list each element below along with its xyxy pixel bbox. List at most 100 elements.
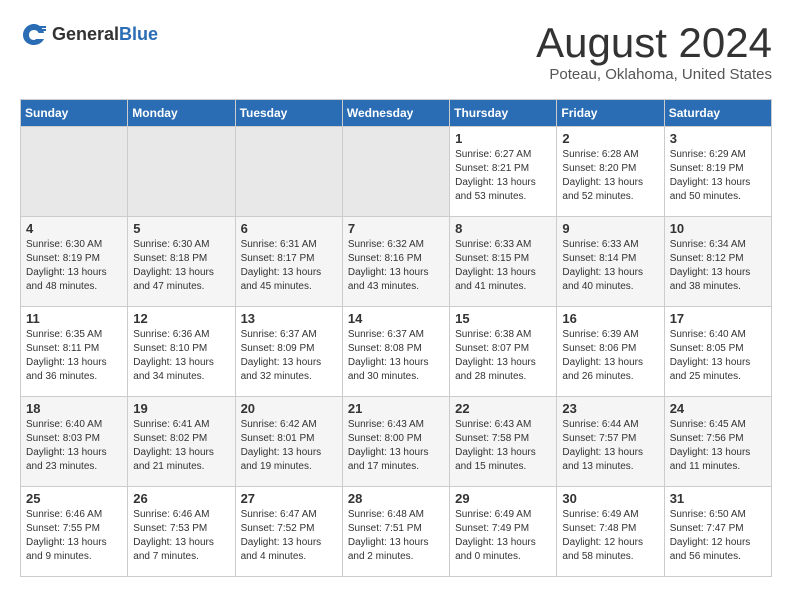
day-header-friday: Friday — [557, 100, 664, 127]
calendar-cell: 18Sunrise: 6:40 AM Sunset: 8:03 PM Dayli… — [21, 397, 128, 487]
calendar-cell: 30 Sunrise: 6:49 AM Sunset: 7:48 PM Dayli… — [557, 487, 664, 577]
day-info: Sunrise: 6:46 AM Sunset: 7:53 PM Dayligh… — [133, 508, 229, 564]
day-number: 28 — [348, 491, 444, 506]
calendar-cell: 13 Sunrise: 6:37 AM Sunset: 8:09 PM Dayli… — [235, 307, 342, 397]
day-header-wednesday: Wednesday — [342, 100, 449, 127]
day-info: Sunrise: 6:47 AM Sunset: 7:52 PM Dayligh… — [241, 508, 337, 564]
day-number: 10 — [670, 221, 766, 236]
calendar-cell — [128, 127, 235, 217]
calendar-table: SundayMondayTuesdayWednesdayThursdayFrid… — [20, 99, 772, 577]
day-number: 20 — [241, 401, 337, 416]
calendar-cell: 31Sunrise: 6:50 AM Sunset: 7:47 PM Dayli… — [664, 487, 771, 577]
calendar-cell: 5Sunrise: 6:30 AM Sunset: 8:18 PM Daylig… — [128, 217, 235, 307]
day-number: 31 — [670, 491, 766, 506]
day-header-monday: Monday — [128, 100, 235, 127]
logo: GeneralBlue — [20, 20, 158, 48]
calendar-cell: 1Sunrise: 6:27 AM Sunset: 8:21 PM Daylig… — [450, 127, 557, 217]
day-info: Sunrise: 6:34 AM Sunset: 8:12 PM Dayligh… — [670, 238, 766, 294]
calendar-cell: 19 Sunrise: 6:41 AM Sunset: 8:02 PM Dayli… — [128, 397, 235, 487]
calendar-cell: 23Sunrise: 6:44 AM Sunset: 7:57 PM Dayli… — [557, 397, 664, 487]
day-info: Sunrise: 6:46 AM Sunset: 7:55 PM Dayligh… — [26, 508, 122, 564]
calendar-cell: 17 Sunrise: 6:40 AM Sunset: 8:05 PM Dayli… — [664, 307, 771, 397]
day-info: Sunrise: 6:39 AM Sunset: 8:06 PM Dayligh… — [562, 328, 658, 384]
day-info: Sunrise: 6:40 AM Sunset: 8:03 PM Dayligh… — [26, 418, 122, 474]
calendar-header-row: SundayMondayTuesdayWednesdayThursdayFrid… — [21, 100, 772, 127]
day-info: Sunrise: 6:38 AM Sunset: 8:07 PM Dayligh… — [455, 328, 551, 384]
day-info: Sunrise: 6:40 AM Sunset: 8:05 PM Dayligh… — [670, 328, 766, 384]
day-info: Sunrise: 6:32 AM Sunset: 8:16 PM Dayligh… — [348, 238, 444, 294]
calendar-cell: 2 Sunrise: 6:28 AM Sunset: 8:20 PM Daylig… — [557, 127, 664, 217]
calendar-cell: 26Sunrise: 6:46 AM Sunset: 7:53 PM Dayli… — [128, 487, 235, 577]
calendar-week-row: 25 Sunrise: 6:46 AM Sunset: 7:55 PM Dayli… — [21, 487, 772, 577]
calendar-cell: 14Sunrise: 6:37 AM Sunset: 8:08 PM Dayli… — [342, 307, 449, 397]
day-number: 30 — [562, 491, 658, 506]
calendar-cell — [342, 127, 449, 217]
day-number: 15 — [455, 311, 551, 326]
day-number: 11 — [26, 311, 122, 326]
day-info: Sunrise: 6:35 AM Sunset: 8:11 PM Dayligh… — [26, 328, 122, 384]
day-info: Sunrise: 6:49 AM Sunset: 7:49 PM Dayligh… — [455, 508, 551, 564]
day-number: 21 — [348, 401, 444, 416]
calendar-cell: 29 Sunrise: 6:49 AM Sunset: 7:49 PM Dayli… — [450, 487, 557, 577]
day-number: 1 — [455, 131, 551, 146]
calendar-cell: 25 Sunrise: 6:46 AM Sunset: 7:55 PM Dayli… — [21, 487, 128, 577]
calendar-cell — [21, 127, 128, 217]
day-number: 24 — [670, 401, 766, 416]
day-number: 25 — [26, 491, 122, 506]
day-info: Sunrise: 6:28 AM Sunset: 8:20 PM Dayligh… — [562, 148, 658, 204]
calendar-cell: 8 Sunrise: 6:33 AM Sunset: 8:15 PM Daylig… — [450, 217, 557, 307]
day-info: Sunrise: 6:31 AM Sunset: 8:17 PM Dayligh… — [241, 238, 337, 294]
day-number: 27 — [241, 491, 337, 506]
day-info: Sunrise: 6:33 AM Sunset: 8:15 PM Dayligh… — [455, 238, 551, 294]
calendar-cell: 9Sunrise: 6:33 AM Sunset: 8:14 PM Daylig… — [557, 217, 664, 307]
day-info: Sunrise: 6:33 AM Sunset: 8:14 PM Dayligh… — [562, 238, 658, 294]
day-header-sunday: Sunday — [21, 100, 128, 127]
day-number: 13 — [241, 311, 337, 326]
calendar-cell: 21Sunrise: 6:43 AM Sunset: 8:00 PM Dayli… — [342, 397, 449, 487]
page-header: GeneralBlue August 2024 Poteau, Oklahoma… — [20, 20, 772, 83]
day-info: Sunrise: 6:36 AM Sunset: 8:10 PM Dayligh… — [133, 328, 229, 384]
day-info: Sunrise: 6:43 AM Sunset: 7:58 PM Dayligh… — [455, 418, 551, 474]
day-header-tuesday: Tuesday — [235, 100, 342, 127]
logo-icon — [20, 20, 48, 48]
calendar-week-row: 11 Sunrise: 6:35 AM Sunset: 8:11 PM Dayli… — [21, 307, 772, 397]
day-info: Sunrise: 6:42 AM Sunset: 8:01 PM Dayligh… — [241, 418, 337, 474]
logo-blue: Blue — [119, 24, 158, 44]
calendar-subtitle: Poteau, Oklahoma, United States — [536, 66, 772, 83]
day-info: Sunrise: 6:48 AM Sunset: 7:51 PM Dayligh… — [348, 508, 444, 564]
calendar-cell: 6 Sunrise: 6:31 AM Sunset: 8:17 PM Daylig… — [235, 217, 342, 307]
day-number: 29 — [455, 491, 551, 506]
day-number: 6 — [241, 221, 337, 236]
day-info: Sunrise: 6:30 AM Sunset: 8:19 PM Dayligh… — [26, 238, 122, 294]
day-number: 3 — [670, 131, 766, 146]
day-info: Sunrise: 6:41 AM Sunset: 8:02 PM Dayligh… — [133, 418, 229, 474]
day-number: 16 — [562, 311, 658, 326]
day-info: Sunrise: 6:37 AM Sunset: 8:09 PM Dayligh… — [241, 328, 337, 384]
day-number: 17 — [670, 311, 766, 326]
calendar-cell: 12 Sunrise: 6:36 AM Sunset: 8:10 PM Dayli… — [128, 307, 235, 397]
calendar-cell: 28 Sunrise: 6:48 AM Sunset: 7:51 PM Dayli… — [342, 487, 449, 577]
calendar-cell: 3Sunrise: 6:29 AM Sunset: 8:19 PM Daylig… — [664, 127, 771, 217]
day-number: 2 — [562, 131, 658, 146]
day-number: 19 — [133, 401, 229, 416]
calendar-week-row: 4 Sunrise: 6:30 AM Sunset: 8:19 PM Daylig… — [21, 217, 772, 307]
day-number: 5 — [133, 221, 229, 236]
day-number: 8 — [455, 221, 551, 236]
calendar-week-row: 18Sunrise: 6:40 AM Sunset: 8:03 PM Dayli… — [21, 397, 772, 487]
day-number: 7 — [348, 221, 444, 236]
day-info: Sunrise: 6:45 AM Sunset: 7:56 PM Dayligh… — [670, 418, 766, 474]
day-info: Sunrise: 6:44 AM Sunset: 7:57 PM Dayligh… — [562, 418, 658, 474]
calendar-cell: 15 Sunrise: 6:38 AM Sunset: 8:07 PM Dayli… — [450, 307, 557, 397]
day-number: 4 — [26, 221, 122, 236]
logo-general: General — [52, 24, 119, 44]
title-block: August 2024 Poteau, Oklahoma, United Sta… — [536, 20, 772, 83]
calendar-cell: 7 Sunrise: 6:32 AM Sunset: 8:16 PM Daylig… — [342, 217, 449, 307]
calendar-cell: 4 Sunrise: 6:30 AM Sunset: 8:19 PM Daylig… — [21, 217, 128, 307]
day-info: Sunrise: 6:49 AM Sunset: 7:48 PM Dayligh… — [562, 508, 658, 564]
calendar-cell: 16 Sunrise: 6:39 AM Sunset: 8:06 PM Dayli… — [557, 307, 664, 397]
day-number: 12 — [133, 311, 229, 326]
day-info: Sunrise: 6:37 AM Sunset: 8:08 PM Dayligh… — [348, 328, 444, 384]
calendar-week-row: 1Sunrise: 6:27 AM Sunset: 8:21 PM Daylig… — [21, 127, 772, 217]
calendar-cell: 27 Sunrise: 6:47 AM Sunset: 7:52 PM Dayli… — [235, 487, 342, 577]
day-header-thursday: Thursday — [450, 100, 557, 127]
